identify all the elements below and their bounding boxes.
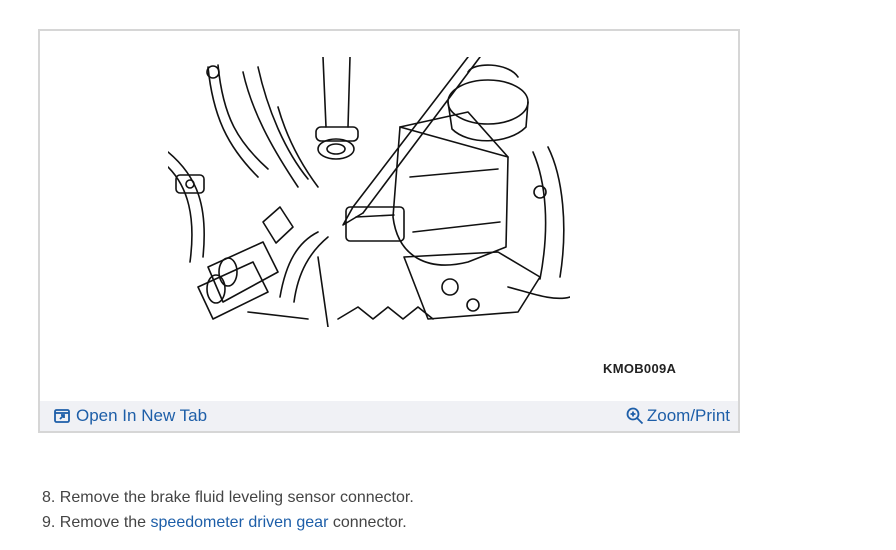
- open-in-new-tab-button[interactable]: Open In New Tab: [54, 401, 207, 431]
- open-in-new-tab-label: Open In New Tab: [76, 406, 208, 425]
- step-item: 8. Remove the brake fluid leveling senso…: [42, 485, 414, 510]
- step-item: 9. Remove the speedometer driven gear co…: [42, 510, 414, 535]
- brake-master-cylinder-illustration: [168, 57, 570, 327]
- procedure-steps: 8. Remove the brake fluid leveling senso…: [42, 485, 414, 535]
- step-text: connector.: [332, 514, 407, 531]
- figure-card: KMOB009A Open In New Tab Zoom/Print: [38, 29, 740, 433]
- step-text: Remove the: [59, 514, 147, 531]
- figure-toolbar: Open In New Tab Zoom/Print: [40, 401, 738, 431]
- zoom-print-button[interactable]: Zoom/Print: [626, 401, 730, 431]
- speedometer-driven-gear-link[interactable]: speedometer driven gear: [151, 514, 329, 531]
- zoom-print-label: Zoom/Print: [646, 406, 730, 425]
- figure-code: KMOB009A: [603, 361, 677, 376]
- step-text: Remove the brake fluid leveling sensor c…: [59, 489, 414, 506]
- step-number: 8.: [42, 489, 56, 506]
- open-new-tab-icon: [54, 409, 70, 423]
- zoom-icon: [626, 407, 644, 425]
- step-number: 9.: [42, 514, 56, 531]
